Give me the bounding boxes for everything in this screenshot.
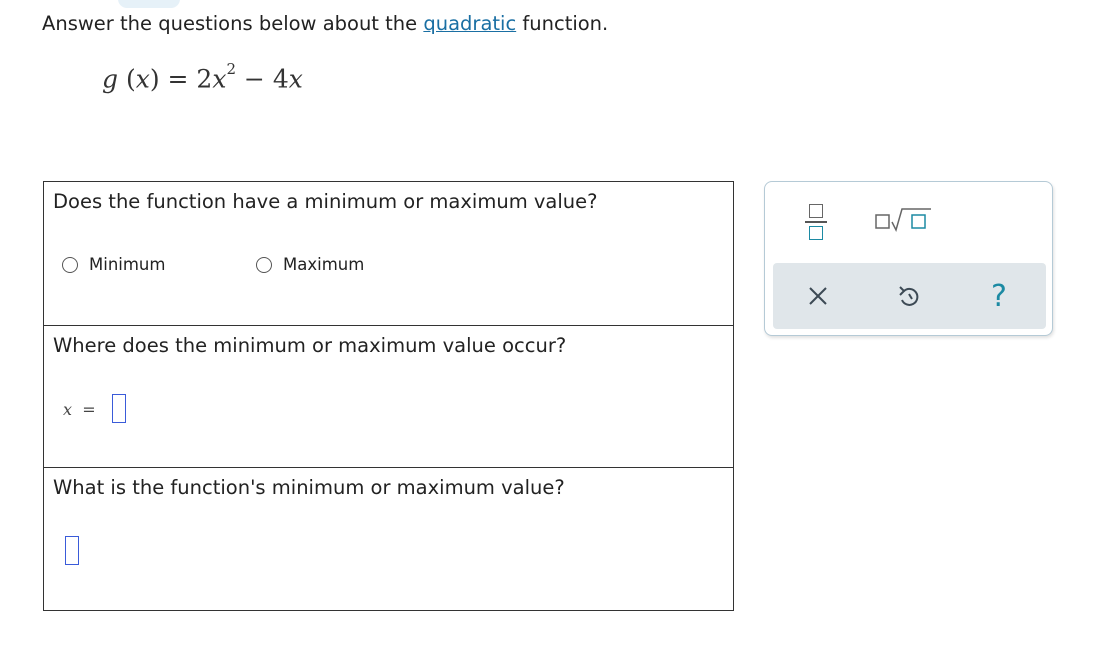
equation-term2-var: x (288, 64, 303, 94)
question-location: Where does the minimum or maximum value … (44, 325, 733, 468)
equation-open-paren: ( (118, 64, 136, 94)
clear-button[interactable] (778, 263, 858, 329)
answer-prefix: x = (63, 400, 96, 419)
radio-circle-icon[interactable] (62, 256, 78, 273)
answer-prefix-var: x (63, 400, 73, 419)
question-min-or-max: Does the function have a minimum or maxi… (44, 182, 733, 324)
question-value: What is the function's minimum or maximu… (44, 467, 733, 611)
equation-exponent: 2 (226, 60, 236, 78)
fraction-bar (805, 221, 827, 223)
action-bar: ? (773, 263, 1046, 329)
instructions-text-before: Answer the questions below about the (42, 12, 424, 35)
question-text: Does the function have a minimum or maxi… (53, 190, 598, 213)
denominator-box (809, 226, 823, 240)
equation-close-coef: ) = 2 (149, 64, 213, 94)
undo-button[interactable] (869, 263, 949, 329)
option-maximum[interactable]: Maximum (256, 255, 364, 274)
help-icon: ? (991, 278, 1007, 314)
square-root-icon[interactable] (875, 206, 933, 236)
answer-prefix-equals: = (82, 400, 96, 419)
equation-fn-name: g (102, 64, 119, 94)
radio-circle-icon[interactable] (256, 256, 272, 273)
option-label: Minimum (89, 255, 166, 274)
equation-term1-var: x (212, 64, 227, 94)
question-panel: Does the function have a minimum or maxi… (43, 181, 734, 611)
answer-input-x[interactable] (112, 394, 126, 423)
undo-icon (899, 286, 919, 306)
equation-lhs-var: x (135, 64, 150, 94)
help-button[interactable]: ? (959, 263, 1039, 329)
numerator-box (809, 204, 823, 218)
instructions: Answer the questions below about the qua… (42, 12, 608, 35)
quadratic-link[interactable]: quadratic (423, 12, 516, 35)
fraction-icon[interactable] (805, 202, 827, 246)
function-equation: g (x) = 2x2 − 4x (102, 60, 303, 94)
option-label: Maximum (283, 255, 365, 274)
top-tab-indicator (118, 0, 180, 8)
option-minimum[interactable]: Minimum (62, 255, 165, 274)
instructions-text-after: function. (516, 12, 609, 35)
math-toolbox: ? (764, 181, 1053, 336)
close-icon (809, 287, 827, 305)
equation-operator: − 4 (235, 64, 289, 94)
question-text: Where does the minimum or maximum value … (53, 334, 567, 357)
answer-input-value[interactable] (65, 536, 79, 565)
question-text: What is the function's minimum or maximu… (53, 476, 565, 499)
